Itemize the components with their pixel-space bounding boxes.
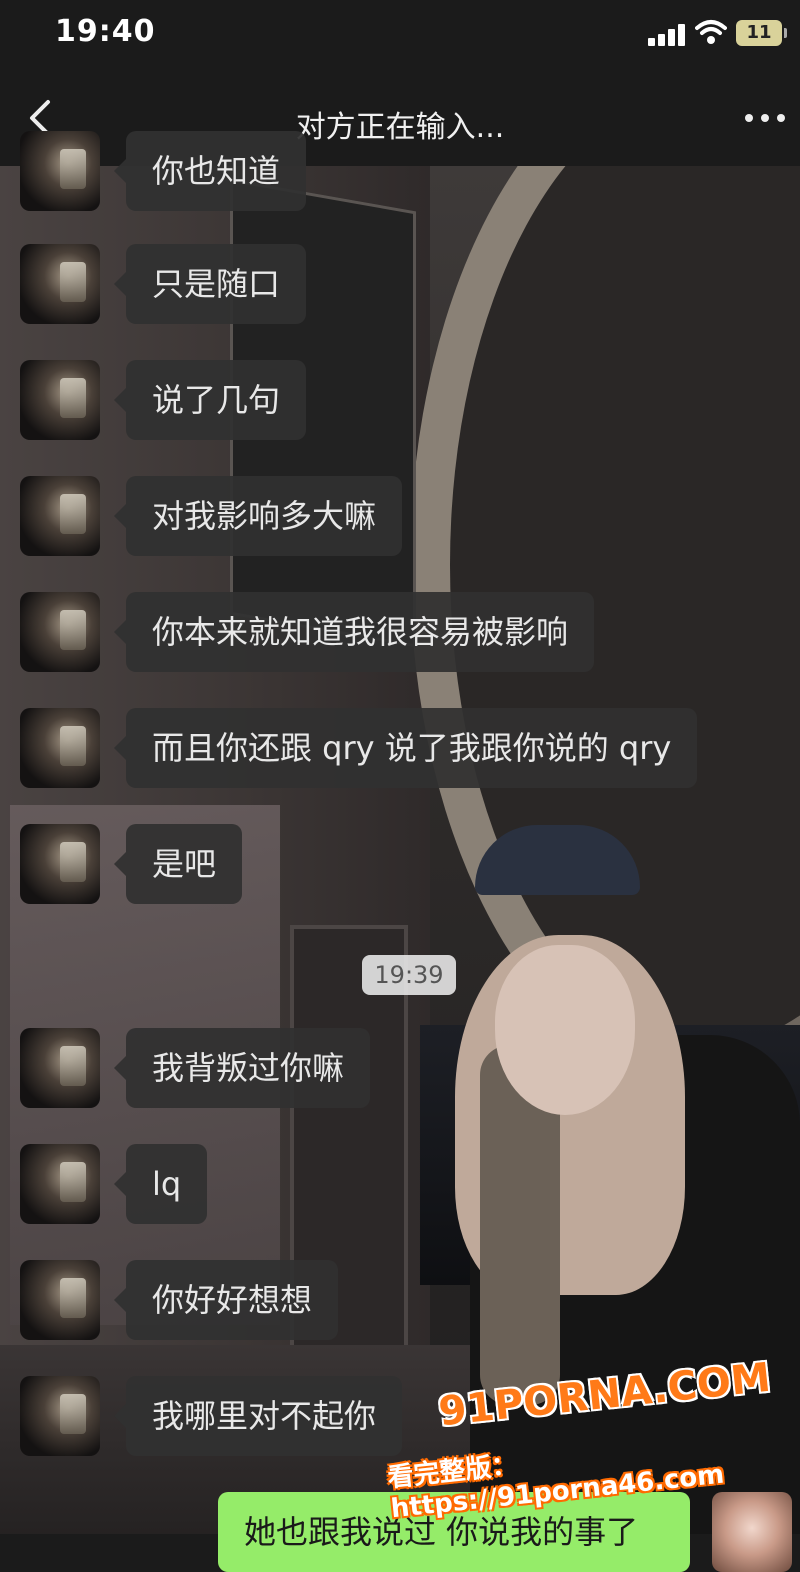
cellular-signal-icon (648, 22, 688, 46)
contact-avatar[interactable] (20, 824, 100, 904)
time-divider: 19:39 (362, 955, 456, 995)
chat-title: 对方正在输入... (295, 110, 505, 145)
more-options-icon[interactable] (745, 114, 787, 124)
message-bubble[interactable]: 而且你还跟 qry 说了我跟你说的 qry (113, 708, 698, 788)
chat-background-image (0, 165, 800, 1534)
contact-avatar[interactable] (20, 476, 100, 556)
contact-avatar[interactable] (20, 1376, 100, 1456)
my-avatar[interactable] (712, 1492, 792, 1572)
contact-avatar[interactable] (20, 1028, 100, 1108)
message-bubble[interactable]: 你好好想想 (113, 1260, 339, 1340)
message-bubble[interactable]: 你也知道 (113, 131, 307, 211)
chat-header: 对方正在输入... (0, 70, 800, 166)
contact-avatar[interactable] (20, 1260, 100, 1340)
contact-avatar[interactable] (20, 592, 100, 672)
contact-avatar[interactable] (20, 708, 100, 788)
status-time: 19:40 (55, 14, 156, 49)
status-bar: 19:40 11 (0, 0, 800, 70)
message-bubble[interactable]: 说了几句 (113, 360, 307, 440)
message-bubble[interactable]: 对我影响多大嘛 (113, 476, 403, 556)
message-bubble[interactable]: 你本来就知道我很容易被影响 (113, 592, 595, 672)
message-bubble[interactable]: 我背叛过你嘛 (113, 1028, 371, 1108)
contact-avatar[interactable] (20, 131, 100, 211)
wifi-icon (695, 20, 727, 44)
contact-avatar[interactable] (20, 360, 100, 440)
contact-avatar[interactable] (20, 1144, 100, 1224)
message-bubble[interactable]: 我哪里对不起你 (113, 1376, 403, 1456)
contact-avatar[interactable] (20, 244, 100, 324)
message-bubble[interactable]: 只是随口 (113, 244, 307, 324)
message-bubble[interactable]: 是吧 (113, 824, 243, 904)
message-bubble[interactable]: lq (113, 1144, 208, 1224)
battery-icon: 11 (736, 20, 787, 46)
